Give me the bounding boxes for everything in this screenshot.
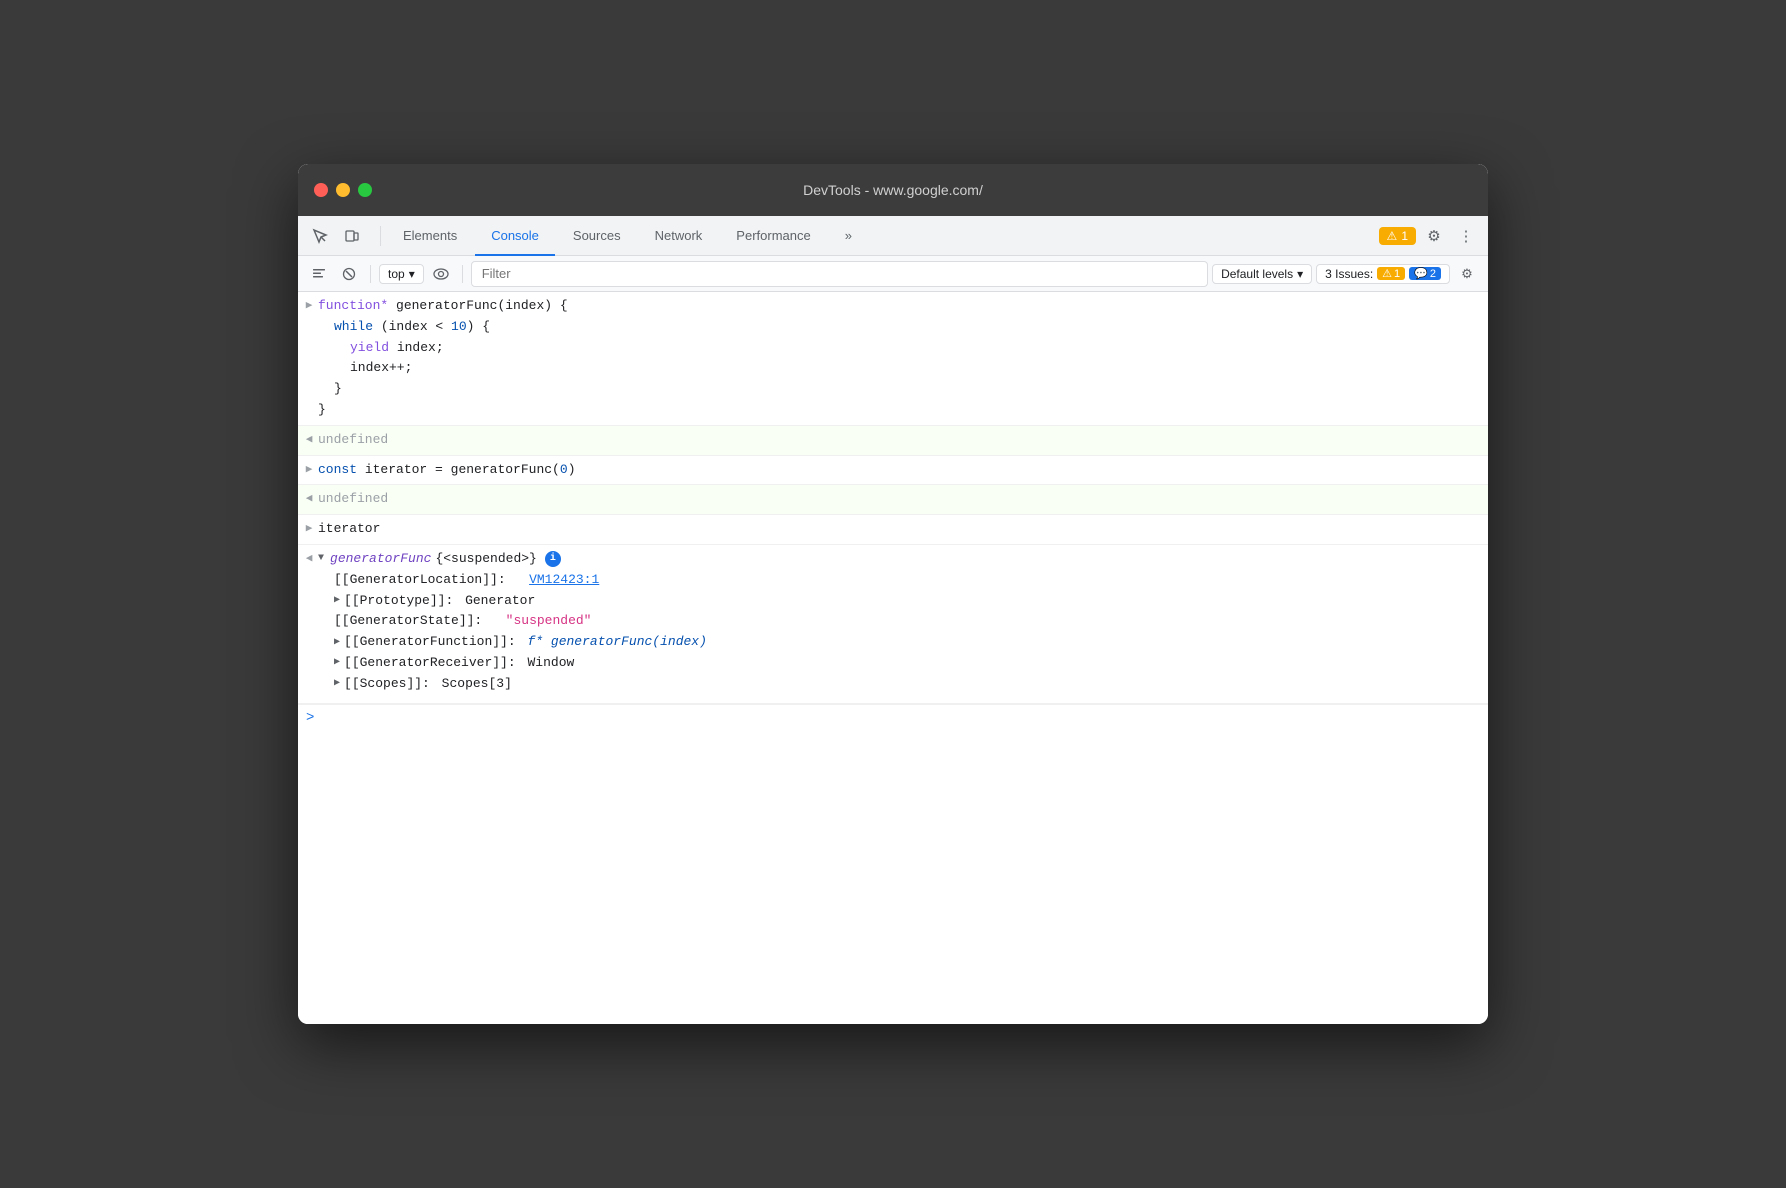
tab-divider [380, 226, 381, 246]
clear-filter-icon[interactable] [336, 261, 362, 287]
window-title: DevTools - www.google.com/ [803, 182, 983, 198]
entry-content-2: undefined [318, 430, 1480, 451]
expand-toggle-3[interactable]: ▶ [302, 462, 316, 480]
entry-content-6: ▼ generatorFunc {<suspended>} i [[Genera… [318, 549, 1480, 695]
output-arrow-1: ◀ [302, 432, 316, 450]
device-toolbar-icon[interactable] [338, 222, 366, 250]
console-input-line: > [298, 704, 1488, 732]
issues-count-bar[interactable]: 3 Issues: ⚠ 1 💬 2 [1316, 264, 1450, 284]
collapse-arrow[interactable]: ▼ [318, 551, 324, 567]
info-badge-bar: 💬 2 [1409, 267, 1441, 280]
filter-input[interactable] [471, 261, 1208, 287]
console-toolbar: top ▾ Default levels ▾ 3 Issues: ⚠ 1 💬 2… [298, 256, 1488, 292]
output-arrow-2: ◀ [302, 491, 316, 509]
minimize-button[interactable] [336, 183, 350, 197]
console-settings-icon[interactable]: ⚙ [1454, 261, 1480, 287]
clear-console-icon[interactable] [306, 261, 332, 287]
generator-location-link[interactable]: VM12423:1 [529, 572, 599, 587]
toolbar-divider-2 [462, 265, 463, 283]
maximize-button[interactable] [358, 183, 372, 197]
tab-bar: Elements Console Sources Network Perform… [298, 216, 1488, 256]
console-entry-undefined-2: ◀ undefined [298, 485, 1488, 515]
context-selector[interactable]: top ▾ [379, 264, 424, 284]
console-input[interactable] [326, 711, 1480, 726]
devtools-window: DevTools - www.google.com/ Elements Con [298, 164, 1488, 1024]
tab-performance[interactable]: Performance [720, 216, 826, 256]
inspect-element-icon[interactable] [306, 222, 334, 250]
prototype-expand[interactable]: ▶ [334, 593, 340, 609]
console-entry-generator-obj: ◀ ▼ generatorFunc {<suspended>} i [[Gene… [298, 545, 1488, 704]
toolbar-divider-1 [370, 265, 371, 283]
close-button[interactable] [314, 183, 328, 197]
title-bar: DevTools - www.google.com/ [298, 164, 1488, 216]
console-entry-const-iterator: ▶ const iterator = generatorFunc(0) [298, 456, 1488, 486]
scopes-expand[interactable]: ▶ [334, 676, 340, 692]
settings-icon[interactable]: ⚙ [1420, 222, 1448, 250]
console-content: ▶ function* generatorFunc(index) { while… [298, 292, 1488, 1024]
warn-badge: ⚠ 1 [1377, 267, 1405, 280]
tab-elements[interactable]: Elements [387, 216, 473, 256]
tab-bar-icons [306, 222, 366, 250]
expand-toggle-5[interactable]: ▶ [302, 521, 316, 539]
default-levels-button[interactable]: Default levels ▾ [1212, 264, 1312, 284]
generator-func-expand[interactable]: ▶ [334, 635, 340, 651]
entry-content-3: const iterator = generatorFunc(0) [318, 460, 1480, 481]
more-options-icon[interactable]: ⋮ [1452, 222, 1480, 250]
entry-content-4: undefined [318, 489, 1480, 510]
expand-toggle-1[interactable]: ▶ [302, 298, 316, 316]
output-arrow-6: ◀ [302, 551, 316, 569]
tab-more[interactable]: » [829, 216, 868, 256]
input-prompt: > [306, 707, 314, 729]
issues-badge[interactable]: ⚠ 1 [1379, 227, 1416, 245]
tab-bar-right: ⚠ 1 ⚙ ⋮ [1379, 222, 1480, 250]
entry-content-5: iterator [318, 519, 1480, 540]
info-badge-obj[interactable]: i [545, 551, 561, 567]
live-expressions-icon[interactable] [428, 261, 454, 287]
console-entry-undefined-1: ◀ undefined [298, 426, 1488, 456]
tab-sources[interactable]: Sources [557, 216, 637, 256]
entry-content-1: function* generatorFunc(index) { while (… [318, 296, 1480, 421]
console-entry-iterator: ▶ iterator [298, 515, 1488, 545]
console-entry-function-def: ▶ function* generatorFunc(index) { while… [298, 292, 1488, 426]
traffic-lights [314, 183, 372, 197]
generator-receiver-expand[interactable]: ▶ [334, 655, 340, 671]
tab-console[interactable]: Console [475, 216, 555, 256]
tab-network[interactable]: Network [639, 216, 719, 256]
